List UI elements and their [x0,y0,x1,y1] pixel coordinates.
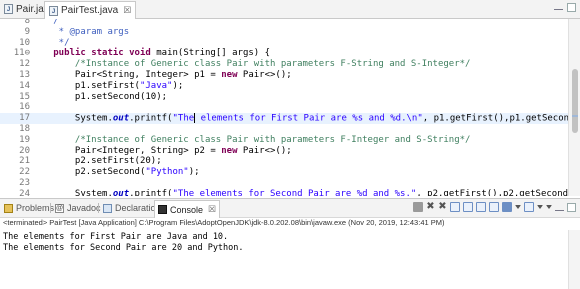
line-number: 12 [19,59,30,70]
line-number: 20 [19,145,30,156]
code-editor[interactable]: 8 /9 * @param args 10 */11⊖ public static… [0,19,568,196]
code-line[interactable]: 22 p2.setSecond("Python"); [0,167,568,178]
line-number: 14 [19,80,30,91]
view-menu-icon[interactable] [546,205,552,209]
tab-problems[interactable]: Problems [4,201,54,215]
tab-console[interactable]: Console ☒ [154,200,221,218]
console-vertical-scrollbar[interactable] [568,230,580,289]
new-console-icon[interactable] [524,202,534,212]
line-number: 13 [19,70,30,80]
scrollbar-thumb[interactable] [572,69,578,133]
line-number: 17 [19,113,30,124]
close-tab-icon[interactable]: ☒ [123,5,131,16]
show-on-stderr-icon[interactable] [489,202,499,212]
editor-vertical-scrollbar[interactable] [568,19,580,196]
line-number: 19 [19,134,30,145]
console-toolbar: ✖ ✖ [413,202,576,212]
editor-tab-bar: J Pair.java J PairTest.java ☒ [0,0,580,19]
code-line[interactable]: 14 p1.setFirst("Java"); [0,81,568,92]
code-line[interactable]: 15 p1.setSecond(10); [0,92,568,103]
line-number: 18 [19,124,30,134]
code-text: /*Instance of Generic class Pair with pa… [37,134,471,145]
close-tab-icon[interactable]: ☒ [208,204,216,215]
code-line[interactable]: 17 System.out.printf("The elements for F… [0,113,568,124]
code-text: System.out.printf("The elements for Seco… [37,188,568,196]
pin-console-icon[interactable] [502,202,512,212]
java-file-icon: J [4,4,13,14]
scroll-lock-icon[interactable] [450,202,460,212]
code-text: */ [37,37,70,48]
code-text: p2.setSecond("Python"); [37,167,200,178]
code-line[interactable]: 12 /*Instance of Generic class Pair with… [0,59,568,70]
divider [50,203,51,213]
word-wrap-icon[interactable] [463,202,473,212]
console-output[interactable]: The elements for First Pair are Java and… [0,230,580,289]
tab-pairtest-java[interactable]: J PairTest.java ☒ [44,1,137,19]
console-output-line: The elements for First Pair are Java and… [3,232,229,242]
code-text: p1.setSecond(10); [37,91,168,102]
code-line[interactable]: 20 Pair<Integer, String> p2 = new Pair<>… [0,146,568,157]
code-line[interactable]: 18 [0,124,568,135]
console-icon [158,205,167,214]
console-view-tab-bar: Problems @ Javadoc Declaration Console ☒… [0,198,580,218]
display-console-dropdown-icon[interactable] [515,205,521,209]
javadoc-icon: @ [55,203,64,213]
tab-label: Console [170,204,204,215]
code-text: Pair<Integer, String> p2 = new Pair<>(); [37,145,292,156]
line-number: 11⊖ [13,48,30,59]
line-number: 10 [19,37,30,48]
line-number: 9 [24,26,30,37]
code-line[interactable]: 10 */ [0,38,568,49]
editor-window-controls [554,3,576,12]
line-number: 16 [19,102,30,113]
maximize-icon[interactable] [567,3,576,12]
code-text: / [53,19,59,26]
console-process-label: <terminated> PairTest [Java Application]… [3,218,445,227]
code-line[interactable]: 13 Pair<String, Integer> p1 = new Pair<>… [0,70,568,81]
code-line[interactable]: 9 * @param args [0,27,568,38]
tab-label: PairTest.java [61,5,119,16]
code-text: p2.setFirst(20); [37,156,162,167]
line-number: 24 [19,188,30,196]
code-text: /*Instance of Generic class Pair with pa… [37,59,471,70]
line-number: 22 [19,167,30,178]
remove-all-terminated-icon[interactable]: ✖ [438,202,447,212]
code-line[interactable]: 8 / [0,19,568,27]
code-text: * @param args [37,26,130,37]
tab-declaration[interactable]: Declaration [103,201,161,215]
overview-ruler-mark [572,115,578,117]
code-line[interactable]: 24 System.out.printf("The elements for S… [0,189,568,196]
show-on-stdout-icon[interactable] [476,202,486,212]
code-text: System.out.printf("The elements for Firs… [37,113,568,124]
problems-icon [4,203,13,213]
tab-label: Javadoc [67,203,101,213]
minimize-icon[interactable] [555,207,564,211]
java-file-icon: J [49,5,58,16]
minimize-icon[interactable] [554,6,563,10]
divider [98,203,99,213]
line-number: 8 [24,19,30,26]
line-number: 21 [19,156,30,167]
code-line[interactable]: 16 [0,102,568,113]
code-text: public static void main(String[] args) { [53,48,271,59]
remove-launch-icon[interactable]: ✖ [426,202,435,212]
code-text: Pair<String, Integer> p1 = new Pair<>(); [37,70,292,80]
code-line[interactable]: 21 p2.setFirst(20); [0,156,568,167]
code-line[interactable]: 11⊖ public static void main(String[] arg… [0,48,568,59]
tab-javadoc[interactable]: @ Javadoc [55,201,101,215]
console-output-line: The elements for Second Pair are 20 and … [3,243,244,253]
terminate-icon[interactable] [413,202,423,212]
line-number: 15 [19,91,30,102]
code-text: p1.setFirst("Java"); [37,80,184,91]
open-console-dropdown-icon[interactable] [537,205,543,209]
code-line[interactable]: 19 /*Instance of Generic class Pair with… [0,135,568,146]
declaration-icon [103,203,112,213]
maximize-icon[interactable] [567,202,576,212]
code-line[interactable]: 23 [0,178,568,189]
tab-label: Problems [16,203,55,213]
line-number: 23 [19,178,30,188]
